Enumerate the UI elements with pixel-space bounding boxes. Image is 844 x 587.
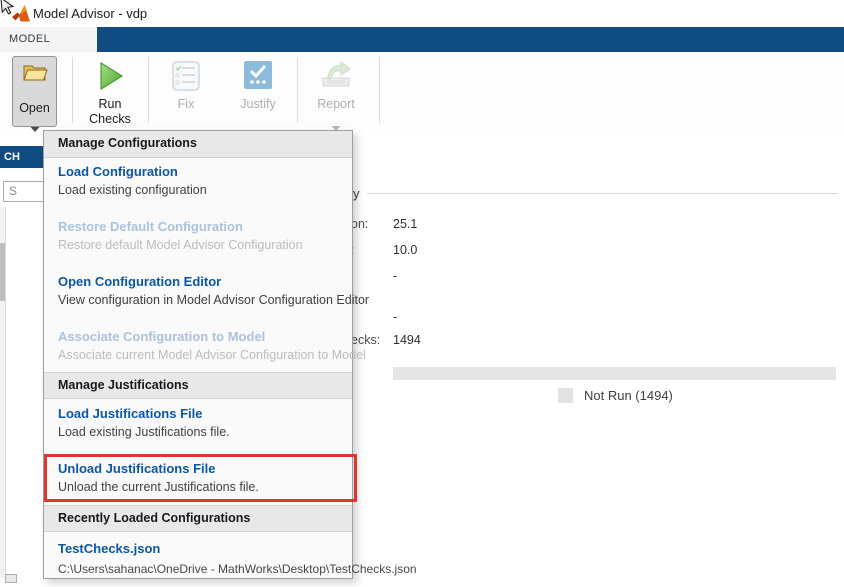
vertical-scrollbar[interactable] bbox=[0, 207, 6, 578]
toolbar-separator bbox=[297, 57, 298, 123]
open-button-label: Open bbox=[13, 101, 56, 116]
model-advisor-window: Model Advisor - vdp MODEL ADVISOR Open bbox=[0, 0, 844, 587]
summary-row-label: on: bbox=[351, 217, 368, 231]
toolstrip: Open Run Checks bbox=[0, 52, 844, 130]
run-play-icon bbox=[94, 60, 126, 97]
not-run-legend-label: Not Run (1494) bbox=[584, 388, 673, 403]
fix-button: Fix bbox=[162, 56, 210, 127]
open-button[interactable]: Open bbox=[12, 56, 57, 127]
menu-item-load-justifications-file[interactable]: Load Justifications File bbox=[58, 406, 202, 421]
menu-item-description: Load existing configuration bbox=[58, 183, 207, 197]
justify-button: Justify bbox=[234, 56, 282, 127]
menu-item-associate-configuration-to-model: Associate Configuration to Model bbox=[58, 329, 265, 344]
summary-group-rule bbox=[367, 193, 838, 194]
scrollbar-thumb[interactable] bbox=[0, 243, 5, 301]
menu-section-header: Manage Justifications bbox=[44, 372, 352, 399]
summary-row-value: 25.1 bbox=[393, 217, 417, 231]
justify-check-icon bbox=[243, 60, 273, 95]
folder-open-icon bbox=[22, 61, 48, 87]
summary-row-value: 1494 bbox=[393, 333, 421, 347]
summary-row-value: 10.0 bbox=[393, 243, 417, 257]
menu-item-testchecks-json[interactable]: TestChecks.json bbox=[58, 541, 160, 556]
run-checks-button[interactable]: Run Checks bbox=[86, 56, 134, 127]
summary-row-value: - bbox=[393, 310, 397, 324]
open-dropdown-menu: Manage Configurations Load Configuration… bbox=[43, 130, 353, 579]
mouse-cursor-icon bbox=[0, 0, 17, 21]
justify-button-label: Justify bbox=[234, 97, 282, 112]
title-bar: Model Advisor - vdp bbox=[0, 0, 844, 27]
toolbar-separator bbox=[148, 57, 149, 123]
ribbon-tab-bar: MODEL ADVISOR bbox=[0, 27, 844, 52]
menu-item-description: View configuration in Model Advisor Conf… bbox=[58, 293, 369, 307]
toolbar-separator bbox=[72, 57, 73, 123]
chevron-down-icon bbox=[30, 119, 39, 137]
clipped-tree-item-fragment bbox=[5, 574, 17, 583]
summary-row-label: ecks: bbox=[351, 333, 380, 347]
menu-item-load-configuration[interactable]: Load Configuration bbox=[58, 164, 178, 179]
menu-item-restore-default-configuration: Restore Default Configuration bbox=[58, 219, 243, 234]
report-button: Report bbox=[310, 56, 362, 127]
not-run-legend-swatch bbox=[558, 388, 573, 403]
run-checks-label: Run Checks bbox=[86, 97, 134, 127]
report-button-label: Report bbox=[310, 97, 362, 112]
toolbar-separator bbox=[379, 57, 380, 123]
menu-item-file-path: C:\Users\sahanac\OneDrive - MathWorks\De… bbox=[58, 562, 417, 576]
menu-item-open-configuration-editor[interactable]: Open Configuration Editor bbox=[58, 274, 221, 289]
fix-checklist-icon bbox=[170, 60, 202, 97]
menu-item-description: Load existing Justifications file. bbox=[58, 425, 230, 439]
menu-section-header: Recently Loaded Configurations bbox=[44, 505, 352, 532]
tab-model-advisor[interactable]: MODEL ADVISOR bbox=[0, 27, 97, 52]
window-title: Model Advisor - vdp bbox=[33, 6, 147, 21]
fix-button-label: Fix bbox=[162, 97, 210, 112]
menu-item-unload-justifications-file[interactable]: Unload Justifications File bbox=[58, 461, 215, 476]
checks-progress-bar bbox=[393, 367, 836, 380]
report-export-icon bbox=[319, 60, 353, 97]
menu-item-description: Associate current Model Advisor Configur… bbox=[58, 348, 366, 362]
summary-group-label-fragment: y bbox=[353, 186, 360, 201]
summary-row-value: - bbox=[393, 269, 397, 283]
checks-panel-tab[interactable]: CH bbox=[0, 146, 43, 168]
menu-item-description: Restore default Model Advisor Configurat… bbox=[58, 238, 303, 252]
menu-item-description: Unload the current Justifications file. bbox=[58, 480, 259, 494]
menu-section-header: Manage Configurations bbox=[44, 131, 352, 158]
